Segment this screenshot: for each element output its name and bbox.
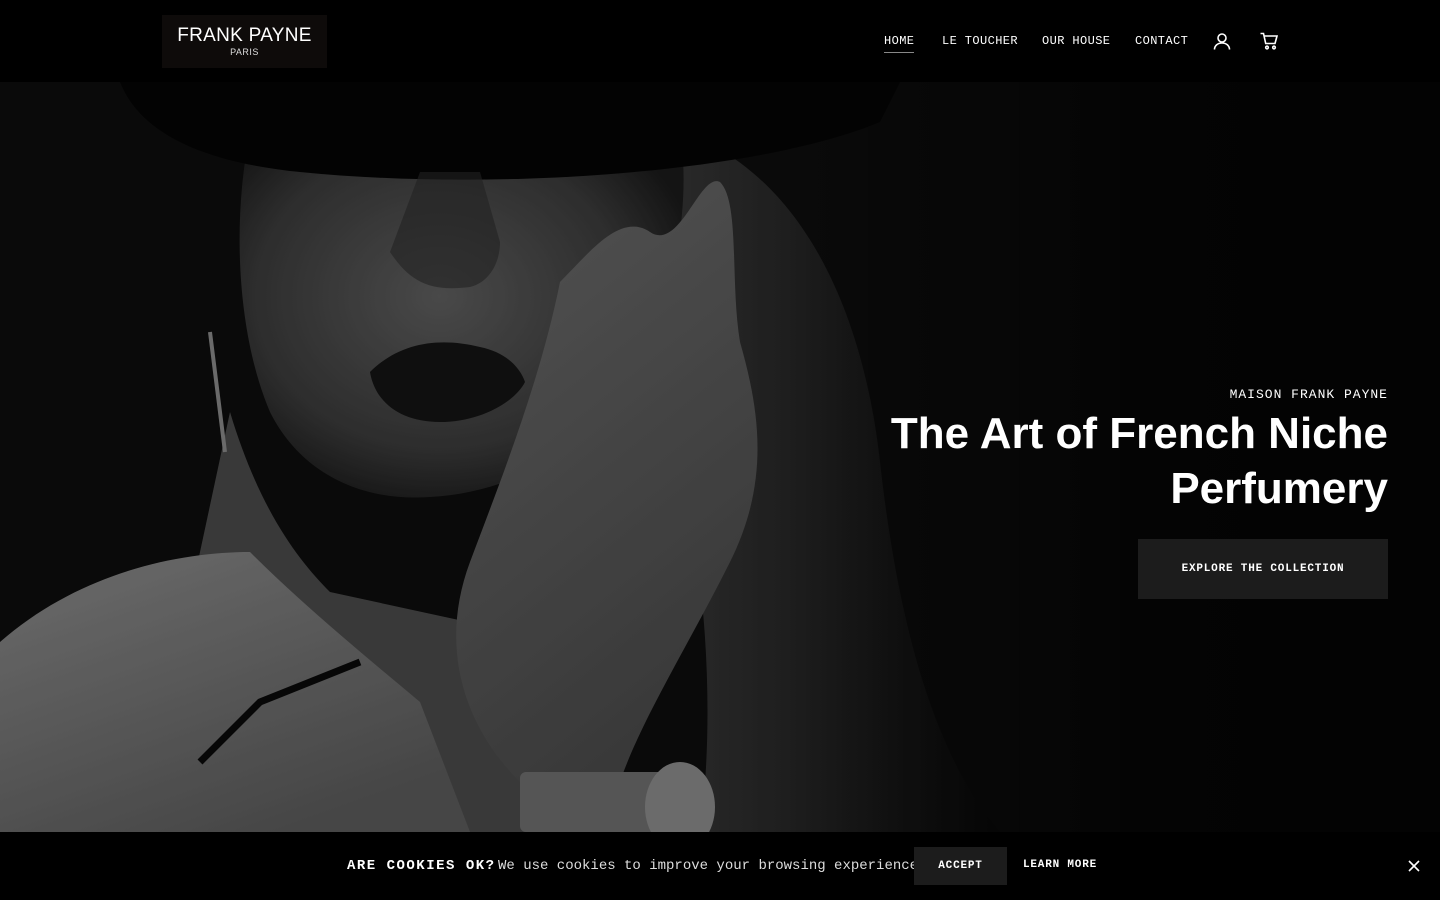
cookie-learn-more-link[interactable]: LEARN MORE [1023, 859, 1097, 871]
cookie-text: We use cookies to improve your browsing … [498, 858, 919, 874]
nav-item-le-toucher[interactable]: LE TOUCHER [942, 34, 1018, 48]
cookie-accept-button[interactable]: ACCEPT [914, 847, 1007, 885]
close-icon[interactable] [1406, 858, 1422, 874]
brand-logo[interactable]: FRANK PAYNE PARIS [162, 15, 327, 68]
account-icon[interactable] [1212, 31, 1232, 51]
explore-collection-button[interactable]: EXPLORE THE COLLECTION [1138, 539, 1388, 599]
nav-item-contact[interactable]: CONTACT [1135, 34, 1188, 48]
brand-sub: PARIS [230, 47, 259, 57]
cookie-banner: ARE COOKIES OK? We use cookies to improv… [0, 832, 1440, 900]
cart-icon[interactable] [1259, 31, 1279, 51]
site-header: FRANK PAYNE PARIS HOME LE TOUCHER OUR HO… [0, 0, 1440, 82]
nav-item-our-house[interactable]: OUR HOUSE [1042, 34, 1110, 48]
hero-eyebrow: MAISON FRANK PAYNE [1229, 387, 1388, 402]
hero-banner: MAISON FRANK PAYNE The Art of French Nic… [0, 82, 1440, 832]
nav-item-home[interactable]: HOME [884, 34, 915, 53]
hero-title: The Art of French Niche Perfumery [890, 409, 1388, 513]
brand-name: FRANK PAYNE [177, 25, 312, 46]
cookie-title: ARE COOKIES OK? [347, 858, 496, 874]
